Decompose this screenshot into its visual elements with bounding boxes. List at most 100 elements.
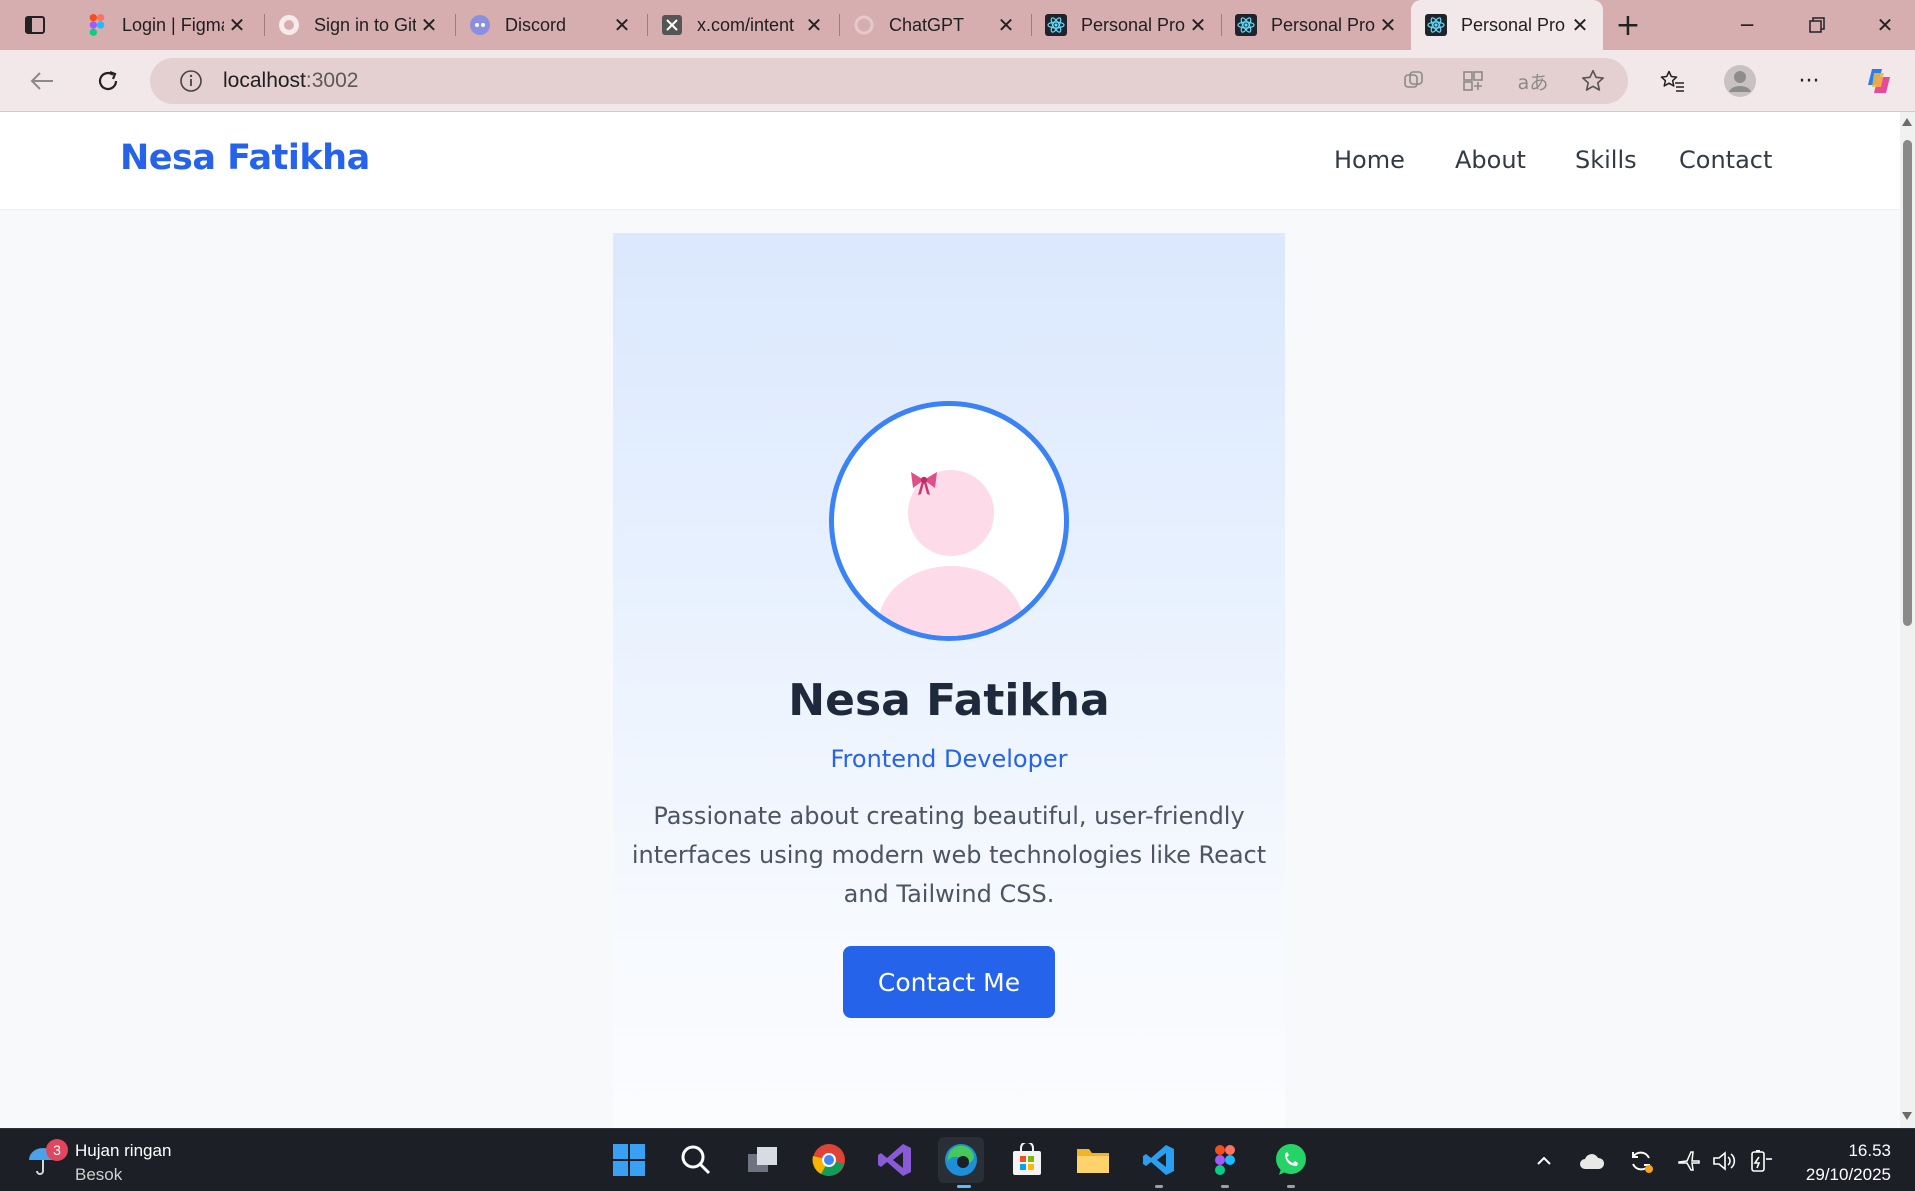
hero-role: Frontend Developer [830,745,1068,773]
browser-tab-personal-1[interactable]: Personal Pro ✕ [1031,0,1221,50]
tab-title: x.com/intent [697,14,795,35]
browser-tab-figma[interactable]: Login | Figma ✕ [72,0,260,50]
onedrive-tray[interactable] [1578,1147,1606,1175]
site-info-button[interactable] [170,60,212,102]
browser-tab-chatgpt[interactable]: ChatGPT ✕ [839,0,1029,50]
task-view-button[interactable] [740,1137,786,1183]
page-scrollbar[interactable] [1900,112,1915,1128]
clock-time[interactable]: 16.53 [1848,1141,1891,1161]
taskbar-file-explorer[interactable] [1070,1137,1116,1183]
favorite-star-button[interactable] [1572,60,1614,102]
airplane-icon [1678,1151,1700,1171]
settings-more-button[interactable]: ··· [1788,60,1830,102]
apps-icon [1463,71,1483,91]
favorites-button[interactable] [1651,60,1693,102]
tab-title: Discord [505,14,567,35]
site-logo[interactable]: Nesa Fatikha [120,138,370,178]
close-icon[interactable]: ✕ [609,12,635,38]
restore-button[interactable] [1787,0,1847,50]
browser-tab-personal-2[interactable]: Personal Pro ✕ [1221,0,1411,50]
taskbar-figma[interactable] [1202,1137,1248,1183]
reload-icon [98,70,118,91]
running-indicator [1287,1185,1295,1188]
search-button[interactable] [673,1137,719,1183]
tab-title: ChatGPT [889,14,965,35]
taskbar-edge[interactable] [938,1137,984,1183]
show-hidden-icons-button[interactable] [1530,1147,1558,1175]
battery-charging-icon [1751,1150,1772,1172]
taskbar-chrome[interactable] [806,1137,852,1183]
figma-icon [86,14,108,36]
avatar-icon [1724,65,1756,97]
github-icon [278,14,300,36]
cloud-icon [1580,1154,1605,1169]
react-icon [1045,14,1067,36]
folder-icon [1077,1149,1109,1173]
close-icon[interactable]: ✕ [1185,12,1211,38]
copy-pages-icon [1404,71,1423,88]
hero-card: Nesa Fatikha Frontend Developer Passiona… [613,233,1285,1128]
back-button[interactable] [21,60,63,102]
scroll-up-arrow-icon[interactable] [1902,118,1912,126]
more-icon: ··· [1798,68,1820,94]
browser-tab-x[interactable]: x.com/intent ✕ [647,0,837,50]
running-indicator [1155,1185,1163,1188]
start-button[interactable] [606,1137,652,1183]
close-icon[interactable]: ✕ [416,12,442,38]
new-tab-button[interactable]: + [1607,4,1649,46]
tab-actions-button[interactable] [14,4,56,46]
translate-button[interactable]: aあ [1512,60,1554,102]
back-arrow-icon [30,72,53,90]
clock-date[interactable]: 29/10/2025 [1806,1165,1891,1185]
url-host: localhost [223,69,306,92]
battery-tray[interactable] [1747,1147,1775,1175]
url-text[interactable]: localhost:3002 [223,69,358,93]
hero-name: Nesa Fatikha [788,675,1110,726]
avatar-body [878,566,1024,636]
close-window-button[interactable]: ✕ [1855,0,1915,50]
scroll-down-arrow-icon[interactable] [1902,1112,1912,1120]
tab-title: Personal Pro [1461,14,1566,35]
close-icon[interactable]: ✕ [224,12,250,38]
copilot-vision-button[interactable] [1392,60,1434,102]
restore-icon [1809,17,1825,33]
sync-tray[interactable] [1627,1147,1655,1175]
close-icon[interactable]: ✕ [993,12,1019,38]
sync-icon [1632,1151,1653,1173]
taskbar-whatsapp[interactable] [1268,1137,1314,1183]
nav-skills-link[interactable]: Skills [1575,146,1637,174]
tab-actions-icon [25,16,45,34]
minimize-button[interactable]: ─ [1717,0,1777,50]
browser-tab-github[interactable]: Sign in to GitHub ✕ [264,0,452,50]
taskbar-visual-studio[interactable] [872,1137,918,1183]
nav-about-link[interactable]: About [1455,146,1526,174]
copilot-icon [1868,69,1890,93]
scroll-thumb[interactable] [1903,140,1912,626]
volume-tray[interactable] [1711,1147,1739,1175]
profile-button[interactable] [1719,60,1761,102]
tab-title: Sign in to GitHub [314,14,416,35]
nav-contact-link[interactable]: Contact [1679,146,1772,174]
reload-button[interactable] [87,60,129,102]
search-icon [681,1145,711,1175]
contact-me-button[interactable]: Contact Me [843,946,1055,1018]
weather-title[interactable]: Hujan ringan [75,1141,171,1161]
address-bar[interactable]: localhost:3002 aあ [150,58,1628,104]
weather-subtitle[interactable]: Besok [75,1165,122,1185]
nav-home-link[interactable]: Home [1334,146,1405,174]
close-icon[interactable]: ✕ [1567,12,1593,38]
copilot-button[interactable] [1859,60,1901,102]
close-icon[interactable]: ✕ [1375,12,1401,38]
visual-studio-icon [878,1144,911,1176]
browser-tab-personal-active[interactable]: Personal Pro ✕ [1411,0,1603,50]
react-icon [1425,14,1447,36]
taskbar-vscode[interactable] [1136,1137,1182,1183]
airplane-mode-tray[interactable] [1675,1147,1703,1175]
minimize-icon: ─ [1740,13,1754,37]
running-indicator [1221,1185,1229,1188]
figma-icon [1215,1145,1235,1175]
browser-tab-discord[interactable]: Discord ✕ [455,0,645,50]
taskbar-store[interactable] [1004,1137,1050,1183]
close-icon[interactable]: ✕ [801,12,827,38]
app-available-button[interactable] [1452,60,1494,102]
